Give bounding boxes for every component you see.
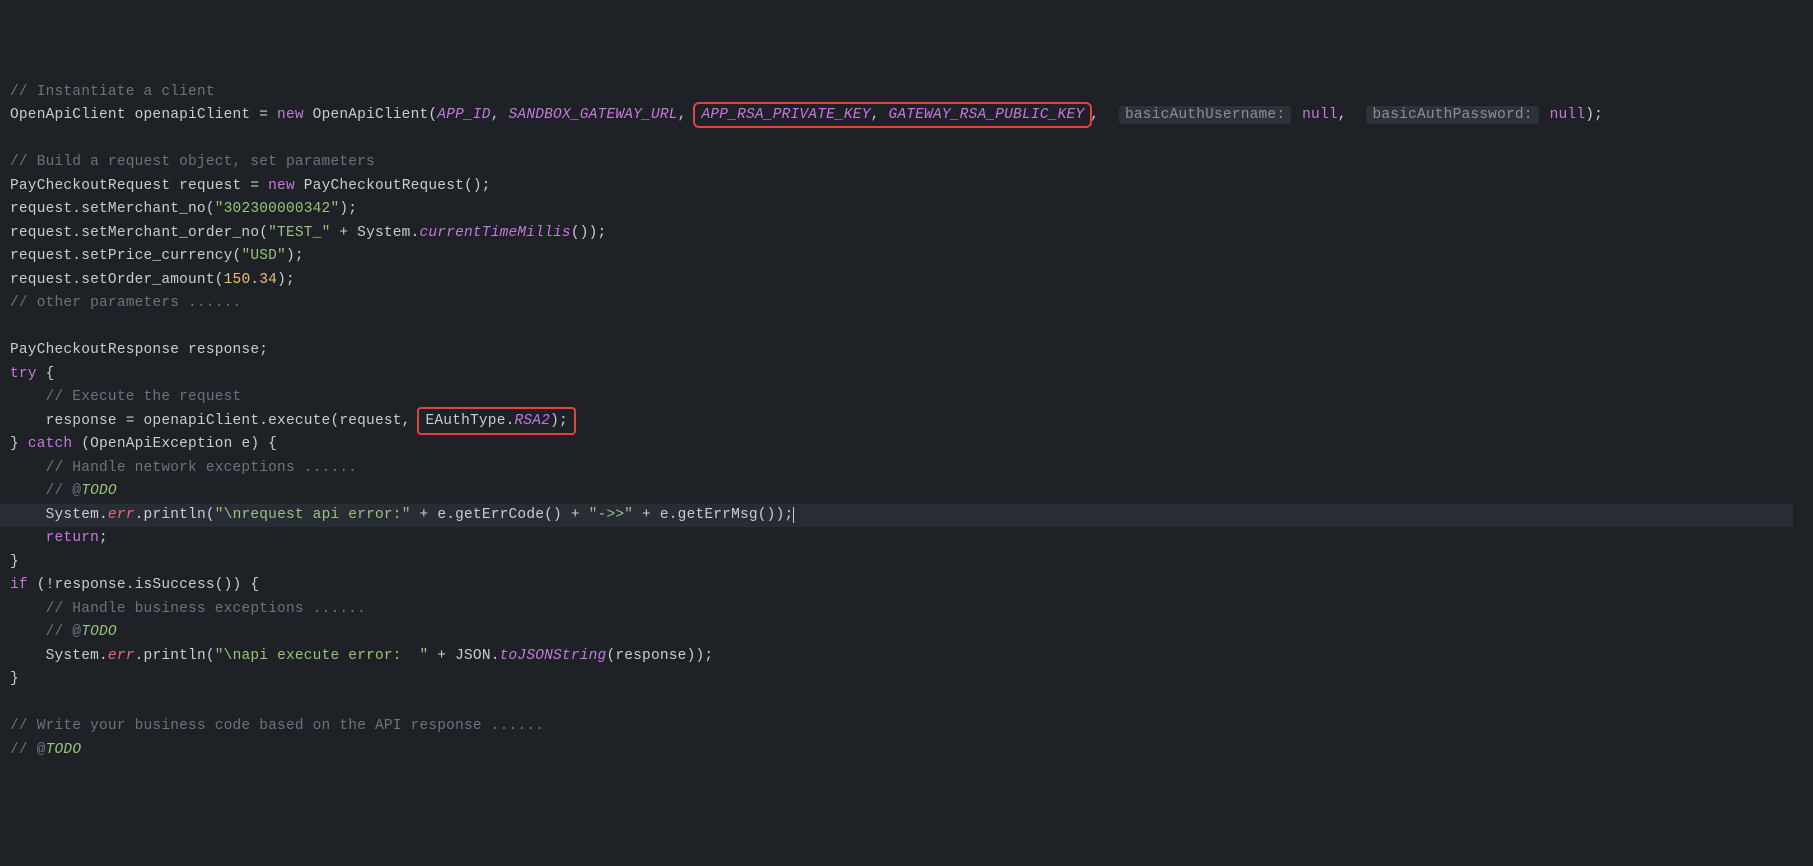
string-literal: "\napi execute error: "	[215, 648, 429, 664]
method-call: currentTimeMillis	[419, 225, 570, 241]
code-text: );	[339, 201, 357, 217]
code-text: {	[37, 366, 55, 382]
comment-line: // other parameters ......	[10, 295, 241, 311]
code-text: .println(	[135, 507, 215, 523]
todo-marker: TODO	[81, 624, 117, 640]
code-text: ());	[571, 225, 607, 241]
code-text: ,	[871, 107, 889, 123]
number-literal: 150.34	[224, 272, 277, 288]
code-text: }	[10, 436, 28, 452]
code-text: PayCheckoutResponse response;	[10, 342, 268, 358]
highlight-box-keys: APP_RSA_PRIVATE_KEY, GATEWAY_RSA_PUBLIC_…	[693, 102, 1092, 128]
string-literal: "USD"	[241, 248, 286, 264]
comment-line: // @TODO	[10, 742, 81, 758]
code-text: PayCheckoutRequest();	[295, 178, 491, 194]
method-call: toJSONString	[500, 648, 607, 664]
param-hint: basicAuthUsername:	[1119, 106, 1291, 124]
const-private-key: APP_RSA_PRIVATE_KEY	[701, 107, 870, 123]
code-text: response = openapiClient.execute(request…	[10, 413, 411, 429]
comment-line: // Instantiate a client	[10, 84, 215, 100]
code-text: );	[1585, 107, 1603, 123]
code-text: );	[277, 272, 295, 288]
field-err: err	[108, 648, 135, 664]
code-text	[10, 530, 46, 546]
comment-line: // @TODO	[10, 483, 117, 499]
const-rsa2: RSA2	[515, 413, 551, 429]
code-editor[interactable]: // Instantiate a client OpenApiClient op…	[10, 81, 1803, 763]
comment-line: // Build a request object, set parameter…	[10, 154, 375, 170]
code-text: request.setOrder_amount(	[10, 272, 224, 288]
text-cursor-icon	[793, 507, 794, 523]
keyword-new: new	[268, 178, 295, 194]
code-text: + System.	[330, 225, 419, 241]
highlight-box-authtype: EAuthType.RSA2);	[417, 407, 575, 435]
comment-text: // @	[10, 624, 81, 640]
code-text: request.setMerchant_order_no(	[10, 225, 268, 241]
code-text: System.	[10, 648, 108, 664]
string-literal: "TEST_"	[268, 225, 330, 241]
code-text: (response));	[606, 648, 713, 664]
code-text: EAuthType.	[425, 413, 514, 429]
comment-text: // @	[10, 483, 81, 499]
comment-line: // Write your business code based on the…	[10, 718, 544, 734]
code-text: }	[10, 554, 19, 570]
field-err: err	[108, 507, 135, 523]
string-literal: "302300000342"	[215, 201, 340, 217]
code-text: }	[10, 671, 19, 687]
comment-line: // Handle business exceptions ......	[10, 601, 366, 617]
code-text: ,	[1090, 107, 1108, 123]
code-text: + JSON.	[428, 648, 499, 664]
string-literal: "->>"	[589, 507, 634, 523]
todo-marker: TODO	[46, 742, 82, 758]
todo-marker: TODO	[81, 483, 117, 499]
comment-line: // @TODO	[10, 624, 117, 640]
keyword-new: new	[277, 107, 304, 123]
keyword-if: if	[10, 577, 28, 593]
const-public-key: GATEWAY_RSA_PUBLIC_KEY	[888, 107, 1084, 123]
comment-line: // Handle network exceptions ......	[10, 460, 357, 476]
keyword-catch: catch	[28, 436, 73, 452]
code-text: ,	[1338, 107, 1356, 123]
null-literal: null	[1550, 107, 1586, 123]
code-text: ;	[99, 530, 108, 546]
comment-line: // Execute the request	[10, 389, 241, 405]
code-text: PayCheckoutRequest request =	[10, 178, 268, 194]
code-text: + e.getErrCode() +	[411, 507, 589, 523]
code-text: System.	[10, 507, 108, 523]
code-text: (!response.isSuccess()) {	[28, 577, 259, 593]
code-text: );	[286, 248, 304, 264]
code-text: (OpenApiException e) {	[72, 436, 277, 452]
code-text: OpenApiClient(	[304, 107, 438, 123]
string-literal: "\nrequest api error:"	[215, 507, 411, 523]
code-text: request.setPrice_currency(	[10, 248, 241, 264]
const-app-id: APP_ID	[437, 107, 490, 123]
code-text: OpenApiClient openapiClient =	[10, 107, 277, 123]
code-text: );	[550, 413, 568, 429]
code-text: ,	[491, 107, 509, 123]
null-literal: null	[1302, 107, 1338, 123]
comment-text: // @	[10, 742, 46, 758]
code-text: request.setMerchant_no(	[10, 201, 215, 217]
code-text: .println(	[135, 648, 215, 664]
current-line: System.err.println("\nrequest api error:…	[0, 504, 1793, 528]
keyword-try: try	[10, 366, 37, 382]
code-text: ,	[678, 107, 687, 123]
keyword-return: return	[46, 530, 99, 546]
const-sandbox-url: SANDBOX_GATEWAY_URL	[509, 107, 678, 123]
code-text: + e.getErrMsg());	[633, 507, 793, 523]
param-hint: basicAuthPassword:	[1366, 106, 1538, 124]
